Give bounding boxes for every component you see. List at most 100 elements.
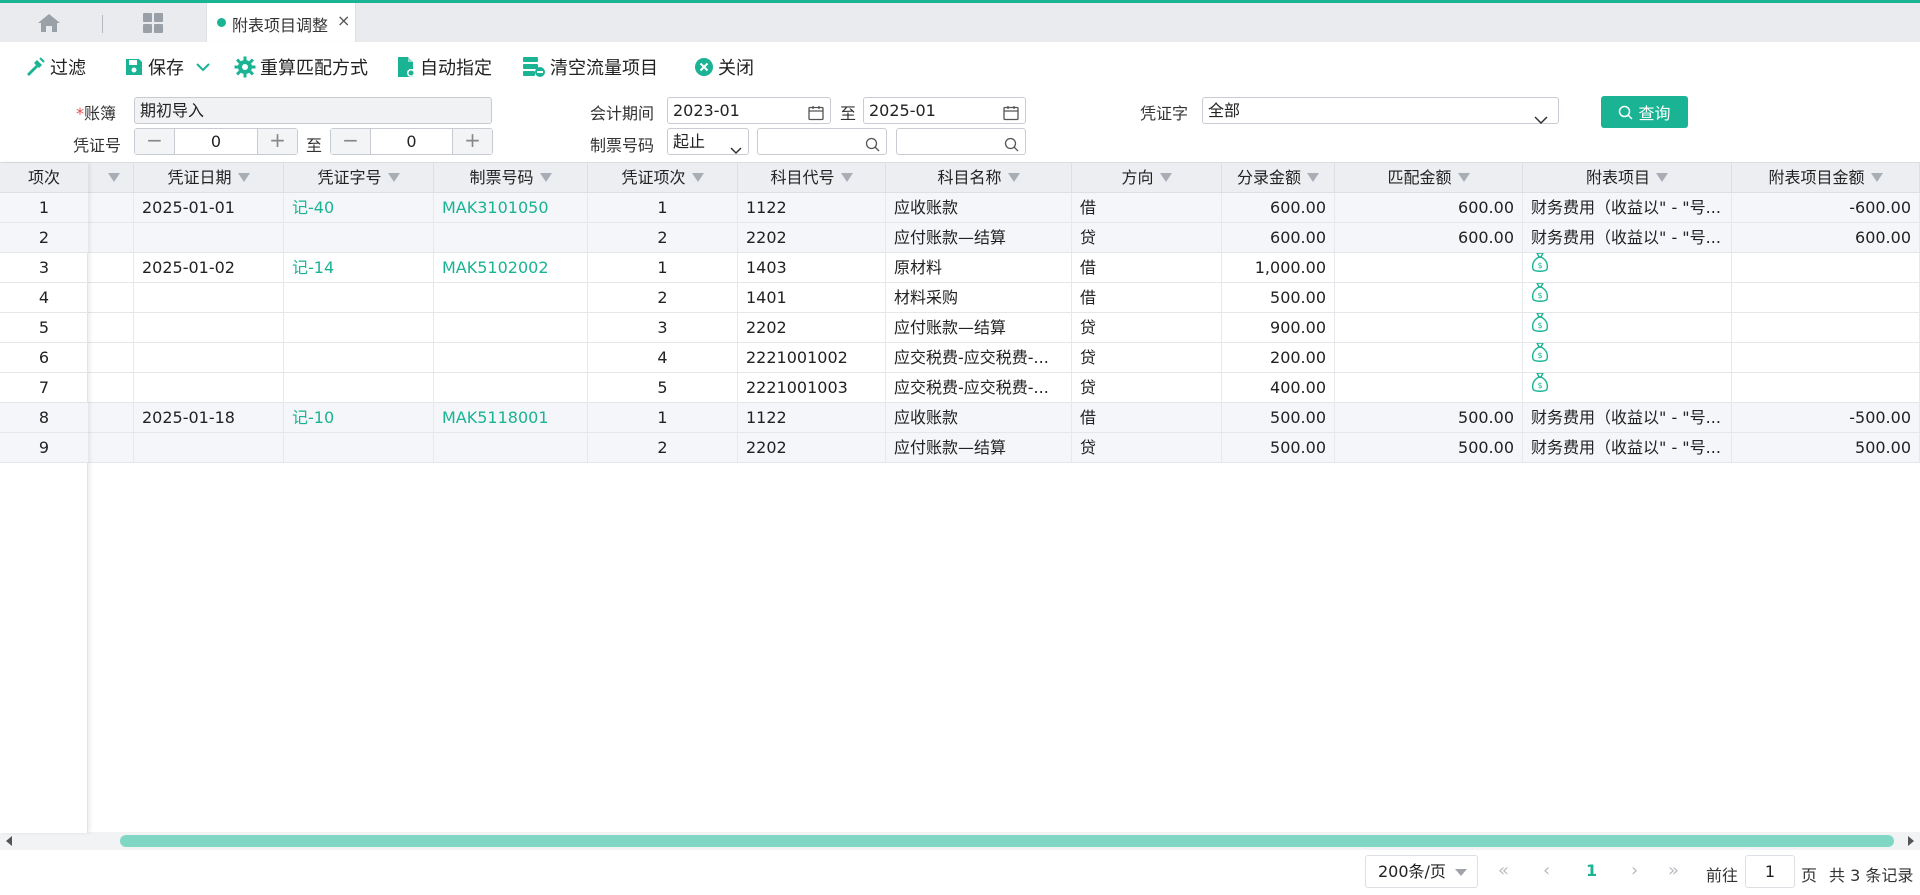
first-page-icon[interactable]: « xyxy=(1498,860,1509,881)
filter-funnel-icon[interactable] xyxy=(387,173,400,182)
filter-funnel-icon[interactable] xyxy=(1870,173,1883,182)
column-header-date[interactable]: 凭证日期 xyxy=(134,163,284,193)
hidden-cell xyxy=(88,223,134,253)
next-page-icon[interactable]: › xyxy=(1631,860,1638,881)
filter-funnel-icon[interactable] xyxy=(691,173,704,182)
query-button[interactable]: 查询 xyxy=(1601,96,1688,128)
column-header-item-amount[interactable]: 附表项目金额 xyxy=(1732,163,1920,193)
money-bag-icon[interactable]: $ xyxy=(1531,253,1549,283)
hidden-cell xyxy=(88,373,134,403)
tab-divider xyxy=(102,15,103,33)
voucher-no-from-stepper[interactable]: − 0 + xyxy=(134,128,298,155)
voucher-word-select[interactable]: 全部 xyxy=(1202,97,1559,125)
table-row[interactable]: 5 2221001003 应交税费-应交税费-... 贷 400.00 $ xyxy=(0,373,1920,403)
calendar-icon[interactable] xyxy=(1003,103,1019,128)
voucher-no-to-stepper[interactable]: − 0 + xyxy=(330,128,493,155)
filter-funnel-icon[interactable] xyxy=(1007,173,1020,182)
goto-page-input[interactable]: 1 xyxy=(1745,855,1795,888)
table-row[interactable]: 2025-01-18 记-10 MAK5118001 1 1122 应收账款借 500.00… xyxy=(0,403,1920,433)
cell-word[interactable]: 记-14 xyxy=(284,253,434,283)
money-bag-icon[interactable]: $ xyxy=(1531,343,1549,373)
cell-amount: 500.00 xyxy=(1222,283,1335,313)
plus-icon[interactable]: + xyxy=(452,129,492,154)
table-row[interactable]: 2 1401 材料采购借 500.00 $ xyxy=(0,283,1920,313)
table-row[interactable]: 2 2202 应付账款—结算贷 500.00 500.00 财务费用（收益以" - "号.… xyxy=(0,433,1920,463)
search-icon[interactable] xyxy=(1004,134,1019,159)
tab-adjust-items[interactable]: 附表项目调整 × xyxy=(206,3,356,42)
column-header-item[interactable]: 附表项目 xyxy=(1523,163,1732,193)
page-size-select[interactable]: 200条/页 xyxy=(1365,855,1478,888)
cell-date xyxy=(134,373,284,403)
table-row[interactable]: 2025-01-01 记-40 MAK3101050 1 1122 应收账款借 600.00… xyxy=(0,193,1920,223)
table-row[interactable]: 2025-01-02 记-14 MAK5102002 1 1403 原材料借 1,000.0… xyxy=(0,253,1920,283)
ledger-field[interactable]: 期初导入 xyxy=(134,97,492,124)
cell-item[interactable]: $ xyxy=(1523,313,1732,343)
filter-funnel-icon[interactable] xyxy=(1307,173,1319,182)
save-button[interactable]: 保存 xyxy=(124,54,184,80)
cell-item[interactable]: $ xyxy=(1523,283,1732,313)
voucher-no-to-value[interactable]: 0 xyxy=(371,129,452,154)
search-icon[interactable] xyxy=(865,134,880,159)
cell-ticket[interactable]: MAK3101050 xyxy=(434,193,588,223)
voucher-no-from-value[interactable]: 0 xyxy=(175,129,257,154)
column-header-code[interactable]: 科目代号 xyxy=(738,163,886,193)
cell-ticket[interactable]: MAK5118001 xyxy=(434,403,588,433)
cell-amount: 1,000.00 xyxy=(1222,253,1335,283)
column-header-label: 匹配金额 xyxy=(1387,168,1452,187)
scrollbar-thumb[interactable] xyxy=(120,835,1894,847)
auto-assign-button[interactable]: 自动指定 xyxy=(396,54,492,80)
scroll-left-icon[interactable] xyxy=(6,836,12,846)
filter-funnel-icon[interactable] xyxy=(539,173,552,182)
cell-word[interactable]: 记-10 xyxy=(284,403,434,433)
column-header-match[interactable]: 匹配金额 xyxy=(1335,163,1523,193)
filter-funnel-icon[interactable] xyxy=(1159,173,1172,182)
ticket-from-input[interactable] xyxy=(757,128,887,155)
money-bag-icon[interactable]: $ xyxy=(1531,283,1549,313)
close-icon[interactable]: × xyxy=(337,11,350,30)
cell-ticket[interactable]: MAK5102002 xyxy=(434,253,588,283)
prev-page-icon[interactable]: ‹ xyxy=(1543,860,1550,881)
cell-date xyxy=(134,223,284,253)
plus-icon[interactable]: + xyxy=(257,129,297,154)
column-header-name[interactable]: 科目名称 xyxy=(886,163,1072,193)
apps-grid-icon[interactable] xyxy=(142,12,166,36)
scroll-right-icon[interactable] xyxy=(1908,836,1914,846)
column-header-dir[interactable]: 方向 xyxy=(1072,163,1222,193)
cell-item[interactable]: $ xyxy=(1523,253,1732,283)
table-row[interactable]: 3 2202 应付账款—结算贷 900.00 $ xyxy=(0,313,1920,343)
save-dropdown-toggle[interactable] xyxy=(196,54,210,80)
column-header-seq[interactable]: 凭证项次 xyxy=(588,163,738,193)
cell-item-amount: -500.00 xyxy=(1732,403,1920,433)
filter-funnel-icon[interactable] xyxy=(1656,173,1668,182)
home-icon[interactable] xyxy=(36,12,64,36)
money-bag-icon[interactable]: $ xyxy=(1531,313,1549,343)
close-button[interactable]: 关闭 xyxy=(694,54,754,80)
minus-icon[interactable]: − xyxy=(135,129,175,154)
period-from-field[interactable]: 2023-01 xyxy=(667,97,831,124)
ticket-to-input[interactable] xyxy=(896,128,1026,155)
table-row[interactable]: 2 2202 应付账款—结算贷 600.00 600.00 财务费用（收益以" - "号.… xyxy=(0,223,1920,253)
filter-funnel-icon[interactable] xyxy=(107,173,120,182)
column-header-amount[interactable]: 分录金额 xyxy=(1222,163,1335,193)
clear-flow-button[interactable]: 清空流量项目 xyxy=(522,54,658,80)
horizontal-scrollbar[interactable] xyxy=(0,832,1920,850)
filter-funnel-icon[interactable] xyxy=(237,173,250,182)
cell-date: 2025-01-02 xyxy=(134,253,284,283)
recalc-match-button[interactable]: 重算匹配方式 xyxy=(234,54,368,80)
filter-button[interactable]: 过滤 xyxy=(24,54,86,80)
last-page-icon[interactable]: » xyxy=(1668,860,1679,881)
period-to-field[interactable]: 2025-01 xyxy=(863,97,1026,124)
minus-icon[interactable]: − xyxy=(331,129,371,154)
cell-word[interactable]: 记-40 xyxy=(284,193,434,223)
calendar-icon[interactable] xyxy=(808,103,824,128)
money-bag-icon[interactable]: $ xyxy=(1531,373,1549,403)
ticket-mode-select[interactable]: 起止 xyxy=(667,128,749,155)
cell-item[interactable]: $ xyxy=(1523,373,1732,403)
current-page[interactable]: 1 xyxy=(1586,861,1597,880)
table-row[interactable]: 4 2221001002 应交税费-应交税费-... 贷 200.00 $ xyxy=(0,343,1920,373)
filter-funnel-icon[interactable] xyxy=(1457,173,1470,182)
filter-funnel-icon[interactable] xyxy=(840,173,853,182)
column-header-word[interactable]: 凭证字号 xyxy=(284,163,434,193)
column-header-ticket[interactable]: 制票号码 xyxy=(434,163,588,193)
cell-item[interactable]: $ xyxy=(1523,343,1732,373)
